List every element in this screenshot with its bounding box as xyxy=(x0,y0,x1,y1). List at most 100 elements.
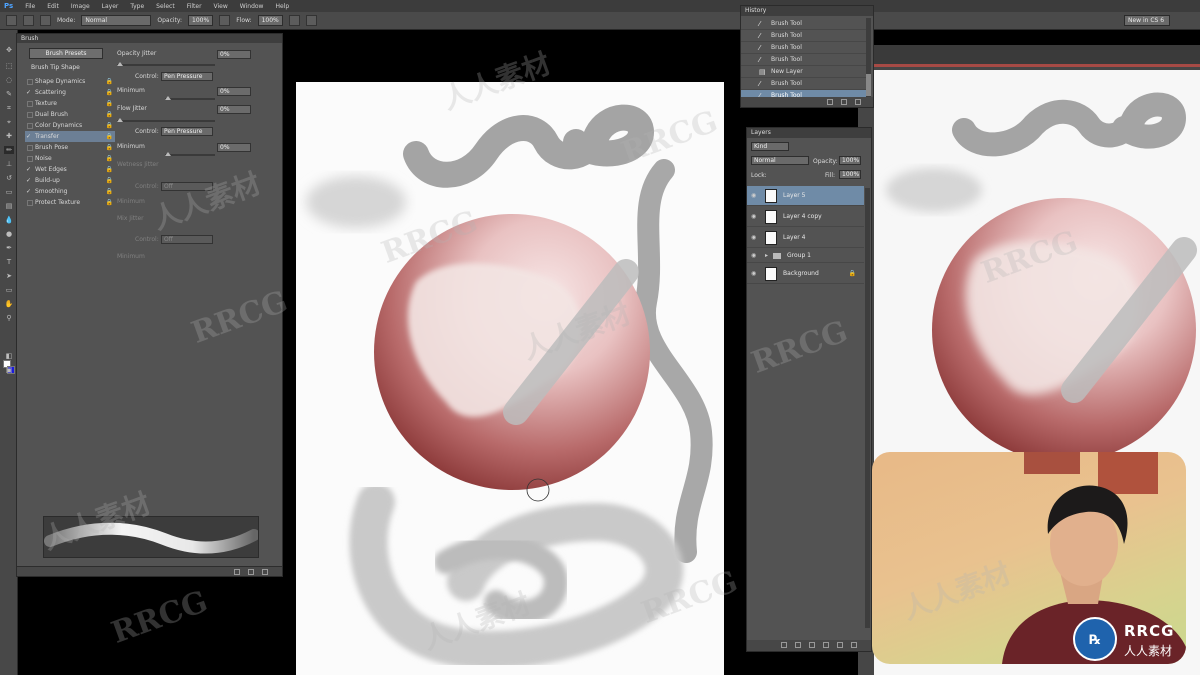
layers-panel-tab[interactable]: Layers xyxy=(747,128,871,138)
lock-icon[interactable]: 🔒 xyxy=(106,76,113,87)
brush-category-item[interactable]: Protect Texture 🔒 xyxy=(25,197,115,208)
visibility-eye-icon[interactable]: ◉ xyxy=(751,252,756,259)
mode-select[interactable]: Normal xyxy=(81,15,152,26)
stamp-tool-icon[interactable]: ⊥ xyxy=(4,160,14,168)
pressure-opacity-icon[interactable] xyxy=(219,15,231,26)
brush-panel-toggle-icon[interactable] xyxy=(40,15,51,26)
history-item[interactable]: ⁄ Brush Tool xyxy=(741,18,867,30)
expand-arrow-icon[interactable]: ▸ xyxy=(765,252,768,259)
layer-style-icon[interactable] xyxy=(795,642,801,648)
brush-category-item[interactable]: Smoothing 🔒 xyxy=(25,186,115,197)
minimum-slider[interactable] xyxy=(165,96,215,100)
slider-knob[interactable] xyxy=(117,118,123,122)
toggle-live-tip-icon[interactable] xyxy=(234,569,240,575)
minimum2-slider[interactable] xyxy=(165,152,215,156)
brush-category-item[interactable]: Noise 🔒 xyxy=(25,153,115,164)
grid-icon[interactable] xyxy=(248,569,254,575)
lock-icon[interactable]: 🔒 xyxy=(106,98,113,109)
document-tab[interactable] xyxy=(858,45,1200,67)
screen-mode-icon[interactable]: ▣ xyxy=(4,366,14,374)
brush-panel-tab[interactable]: Brush xyxy=(17,34,282,43)
move-tool-icon[interactable]: ✥ xyxy=(4,46,14,54)
scroll-thumb[interactable] xyxy=(866,74,871,96)
brush-preset-picker[interactable] xyxy=(23,15,34,26)
brush-category-item[interactable]: Dual Brush 🔒 xyxy=(25,109,115,120)
fill-input[interactable]: 100% xyxy=(839,170,861,179)
lock-icon[interactable]: 🔒 xyxy=(106,164,113,175)
visibility-eye-icon[interactable]: ◉ xyxy=(751,213,756,220)
camera-icon[interactable] xyxy=(841,99,847,105)
control2-select[interactable]: Pen Pressure xyxy=(161,127,213,136)
visibility-eye-icon[interactable]: ◉ xyxy=(751,192,756,199)
quick-mask-icon[interactable]: ◧ xyxy=(4,352,14,360)
visibility-eye-icon[interactable]: ◉ xyxy=(751,234,756,241)
lock-icon[interactable]: 🔒 xyxy=(106,120,113,131)
dodge-tool-icon[interactable]: ● xyxy=(4,230,14,238)
flow-input[interactable]: 100% xyxy=(257,15,283,26)
lasso-tool-icon[interactable]: ◌ xyxy=(4,76,14,84)
layers-scrollbar[interactable] xyxy=(865,188,870,628)
flow-jitter-value[interactable]: 0% xyxy=(217,105,251,114)
airbrush-icon[interactable] xyxy=(288,15,300,26)
history-item[interactable]: ⁄ Brush Tool xyxy=(741,42,867,54)
layer-row[interactable]: ◉ Layer 4 xyxy=(747,228,864,248)
control-select[interactable]: Pen Pressure xyxy=(161,72,213,81)
opacity-input[interactable]: 100% xyxy=(188,15,214,26)
healing-tool-icon[interactable]: ✚ xyxy=(4,132,14,140)
menu-image[interactable]: Image xyxy=(71,3,90,10)
brush-tip-shape-item[interactable]: Brush Tip Shape xyxy=(31,64,80,71)
type-tool-icon[interactable]: T xyxy=(4,258,14,266)
link-layers-icon[interactable] xyxy=(781,642,787,648)
brush-category-item[interactable]: Brush Pose 🔒 xyxy=(25,142,115,153)
brush-category-item[interactable]: Shape Dynamics 🔒 xyxy=(25,76,115,87)
layer-row[interactable]: ◉ Background 🔒 xyxy=(747,264,864,284)
history-item[interactable]: ▤ New Layer xyxy=(741,66,867,78)
opacity-jitter-slider[interactable] xyxy=(117,62,215,66)
menu-edit[interactable]: Edit xyxy=(47,3,59,10)
lock-icon[interactable]: 🔒 xyxy=(106,87,113,98)
menu-window[interactable]: Window xyxy=(240,3,264,10)
pen-tool-icon[interactable]: ✒ xyxy=(4,244,14,252)
brush-tool-icon[interactable] xyxy=(6,15,17,26)
lock-icon[interactable]: 🔒 xyxy=(106,142,113,153)
adjustment-icon[interactable] xyxy=(823,642,829,648)
brush-category-item[interactable]: Texture 🔒 xyxy=(25,98,115,109)
zoom-tool-icon[interactable]: ⚲ xyxy=(4,314,14,322)
mask-icon[interactable] xyxy=(809,642,815,648)
crop-tool-icon[interactable]: ⌗ xyxy=(4,104,14,112)
menu-layer[interactable]: Layer xyxy=(102,3,119,10)
main-canvas[interactable] xyxy=(296,82,724,675)
opacity-jitter-value[interactable]: 0% xyxy=(217,50,251,59)
brush-tool-icon[interactable]: ✏ xyxy=(4,146,14,154)
menu-filter[interactable]: Filter xyxy=(187,3,202,10)
slider-knob[interactable] xyxy=(165,152,171,156)
blend-mode-select[interactable]: Normal xyxy=(751,156,809,165)
menu-file[interactable]: File xyxy=(25,3,35,10)
lock-icon[interactable]: 🔒 xyxy=(106,186,113,197)
gradient-tool-icon[interactable]: ▤ xyxy=(4,202,14,210)
layer-opacity-input[interactable]: 100% xyxy=(839,156,861,165)
lock-icon[interactable]: 🔒 xyxy=(106,131,113,142)
quick-select-tool-icon[interactable]: ✎ xyxy=(4,90,14,98)
lock-icon[interactable]: 🔒 xyxy=(106,197,113,208)
lock-icon[interactable]: 🔒 xyxy=(106,109,113,120)
layer-row[interactable]: ◉ Layer 4 copy xyxy=(747,207,864,227)
history-item[interactable]: ⁄ Brush Tool xyxy=(741,78,867,90)
brush-category-item[interactable]: Scattering 🔒 xyxy=(25,87,115,98)
history-scrollbar[interactable] xyxy=(866,18,871,98)
new-brush-icon[interactable] xyxy=(262,569,268,575)
minimum-value[interactable]: 0% xyxy=(217,87,251,96)
layer-group-row[interactable]: ◉ ▸ Group 1 xyxy=(747,249,864,263)
new-layer-icon[interactable] xyxy=(851,642,857,648)
hand-tool-icon[interactable]: ✋ xyxy=(4,300,14,308)
history-panel-tab[interactable]: History xyxy=(741,6,873,16)
minimum2-value[interactable]: 0% xyxy=(217,143,251,152)
brush-category-item[interactable]: Wet Edges 🔒 xyxy=(25,164,115,175)
blur-tool-icon[interactable]: 💧 xyxy=(4,216,14,224)
shape-tool-icon[interactable]: ▭ xyxy=(4,286,14,294)
menu-view[interactable]: View xyxy=(214,3,228,10)
brush-category-item[interactable]: Color Dynamics 🔒 xyxy=(25,120,115,131)
new-group-icon[interactable] xyxy=(837,642,843,648)
lock-icon[interactable]: 🔒 xyxy=(106,153,113,164)
lock-icon[interactable]: 🔒 xyxy=(106,175,113,186)
